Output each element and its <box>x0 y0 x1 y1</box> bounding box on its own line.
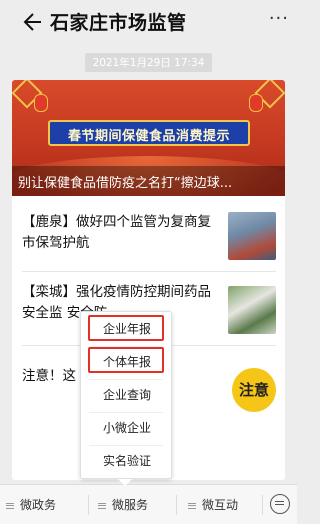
tab-label: 微服务 <box>112 498 149 512</box>
highlight-box <box>88 347 164 373</box>
bottom-menu-bar: 微政务 微服务 微互动 <box>0 484 297 524</box>
menu-item-real-name-verification[interactable]: 实名验证 <box>81 446 173 476</box>
menu-item-small-micro-enterprise[interactable]: 小微企业 <box>81 413 173 443</box>
more-options-icon[interactable]: ··· <box>269 8 289 29</box>
back-arrow-icon[interactable] <box>22 11 42 33</box>
popup-caret <box>118 479 132 486</box>
banner-headline: 春节期间保健食品消费提示 <box>67 129 230 144</box>
banner-headline-box: 春节期间保健食品消费提示 <box>48 120 250 146</box>
notice-badge-label: 注意 <box>238 381 269 399</box>
tab-divider <box>88 495 89 515</box>
tab-wei-hudong[interactable]: 微互动 <box>188 485 238 524</box>
top-bar: 石家庄市场监管 ··· <box>0 0 297 44</box>
menu-item-enterprise-query[interactable]: 企业查询 <box>81 380 173 410</box>
notice-badge: 注意 <box>232 368 276 412</box>
menu-lines-icon <box>188 502 196 509</box>
menu-lines-icon <box>6 502 14 509</box>
highlight-box <box>88 315 164 341</box>
lantern-icon <box>34 94 48 112</box>
featured-article-caption: 别让保健食品借防疫之名打“擦边球... <box>12 166 285 196</box>
tab-divider <box>176 495 177 515</box>
keyboard-toggle-icon[interactable] <box>270 494 290 514</box>
message-timestamp: 2021年1月29日 17:34 <box>84 53 213 72</box>
lantern-icon <box>249 94 263 112</box>
tab-label: 微政务 <box>20 498 57 512</box>
featured-article-title: 别让保健食品借防疫之名打“擦边球... <box>18 176 233 191</box>
article-thumbnail <box>228 286 276 334</box>
tab-wei-fuwu[interactable]: 微服务 <box>98 485 148 524</box>
tab-wei-zhengwu[interactable]: 微政务 <box>6 485 56 524</box>
article-item[interactable]: 【鹿泉】做好四个监管为复商复市保驾护航 <box>22 204 276 272</box>
page-title: 石家庄市场监管 <box>50 12 187 34</box>
article-thumbnail <box>228 212 276 260</box>
article-title: 【鹿泉】做好四个监管为复商复市保驾护航 <box>22 214 211 251</box>
tab-divider <box>262 495 263 515</box>
menu-lines-icon <box>98 502 106 509</box>
featured-article[interactable]: 春节期间保健食品消费提示 别让保健食品借防疫之名打“擦边球... <box>12 80 285 196</box>
tab-label: 微互动 <box>202 498 239 512</box>
